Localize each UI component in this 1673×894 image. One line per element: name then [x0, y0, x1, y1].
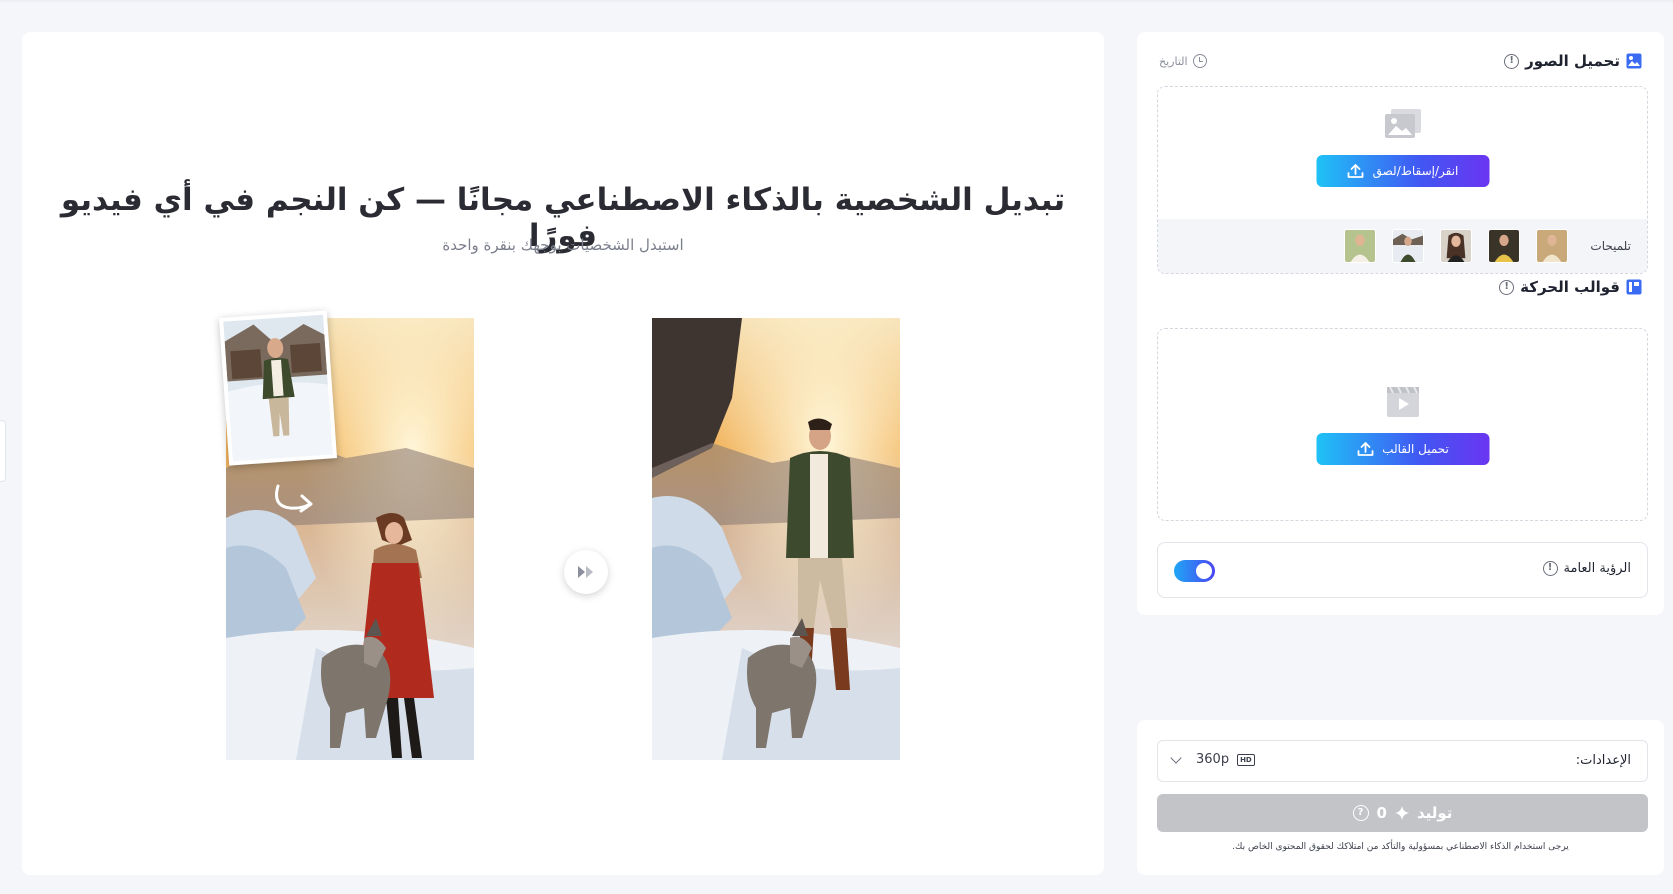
hints-label: تلميحات	[1590, 239, 1631, 253]
image-placeholder-icon	[1384, 109, 1421, 138]
hd-icon: HD	[1237, 753, 1255, 766]
sparkle-icon	[1394, 806, 1409, 820]
image-icon	[1626, 53, 1642, 69]
generate-label: توليد	[1416, 804, 1453, 822]
upload-icon	[1347, 164, 1364, 178]
generate-cost: 0	[1376, 804, 1387, 822]
settings-panel: الإعدادات: 360p HD توليد 0 ? يرجى استخدا…	[1137, 720, 1664, 875]
settings-label: الإعدادات:	[1575, 753, 1631, 768]
chevron-down-icon	[1170, 751, 1182, 764]
public-view-label: الرؤية العامة	[1563, 561, 1631, 576]
upload-image-button-label: انقر/إسقاط/لصق	[1372, 164, 1459, 178]
page-subtitle: استبدل الشخصيات بوجهك بنقرة واحدة	[442, 236, 684, 254]
quality-select[interactable]: الإعدادات: 360p HD	[1157, 740, 1648, 782]
side-drawer-handle[interactable]	[0, 420, 6, 482]
quality-value: 360p	[1196, 752, 1230, 767]
info-icon[interactable]: !	[1504, 53, 1520, 69]
history-label: التاريخ	[1159, 54, 1188, 68]
upload-image-button[interactable]: انقر/إسقاط/لصق	[1316, 155, 1489, 187]
upload-images-title-text: تحميل الصور	[1525, 52, 1620, 70]
quality-value-group: 360p HD	[1170, 751, 1255, 767]
public-view-row: الرؤية العامة !	[1157, 542, 1648, 598]
hint-thumbnail[interactable]	[1488, 229, 1521, 263]
hint-thumbnail[interactable]	[1392, 229, 1425, 263]
upload-icon	[1357, 442, 1374, 456]
template-icon	[1626, 279, 1642, 295]
generate-button[interactable]: توليد 0 ?	[1157, 794, 1648, 832]
history-link[interactable]: التاريخ	[1159, 54, 1207, 68]
info-icon[interactable]: !	[1499, 279, 1515, 295]
upload-template-button[interactable]: تحميل القالب	[1316, 433, 1489, 465]
video-placeholder-icon	[1386, 387, 1419, 417]
public-view-toggle[interactable]	[1174, 560, 1215, 582]
public-view-label-group: الرؤية العامة !	[1542, 561, 1631, 576]
motion-templates-title: قوالب الحركة !	[1499, 278, 1642, 296]
top-divider	[0, 0, 1673, 2]
upload-sidebar: تحميل الصور ! التاريخ انقر/إسقاط/لصق تلم…	[1137, 32, 1664, 615]
hint-thumbnail[interactable]	[1344, 229, 1377, 263]
disclaimer-text: يرجى استخدام الذكاء الاصطناعي بمسؤولية و…	[1232, 842, 1569, 852]
reference-face-card	[218, 310, 338, 466]
preview-panel: تبديل الشخصية بالذكاء الاصطناعي مجانًا —…	[22, 32, 1104, 875]
motion-templates-title-text: قوالب الحركة	[1520, 278, 1620, 296]
upload-images-title: تحميل الصور !	[1504, 52, 1642, 70]
question-icon[interactable]: ?	[1352, 805, 1369, 821]
toggle-knob	[1196, 563, 1212, 579]
upload-template-button-label: تحميل القالب	[1382, 442, 1449, 456]
info-icon[interactable]: !	[1542, 561, 1558, 576]
clock-icon	[1192, 54, 1207, 68]
double-chevron-right-icon	[564, 550, 608, 594]
hint-thumbnail[interactable]	[1440, 229, 1473, 263]
template-dropzone[interactable]: تحميل القالب	[1157, 328, 1648, 521]
curved-swap-arrow-icon	[275, 484, 313, 513]
image-dropzone[interactable]: انقر/إسقاط/لصق تلميحات	[1157, 86, 1648, 274]
hint-thumbnail[interactable]	[1536, 229, 1569, 263]
after-example-image	[652, 318, 900, 760]
hints-row: تلميحات	[1158, 219, 1647, 273]
